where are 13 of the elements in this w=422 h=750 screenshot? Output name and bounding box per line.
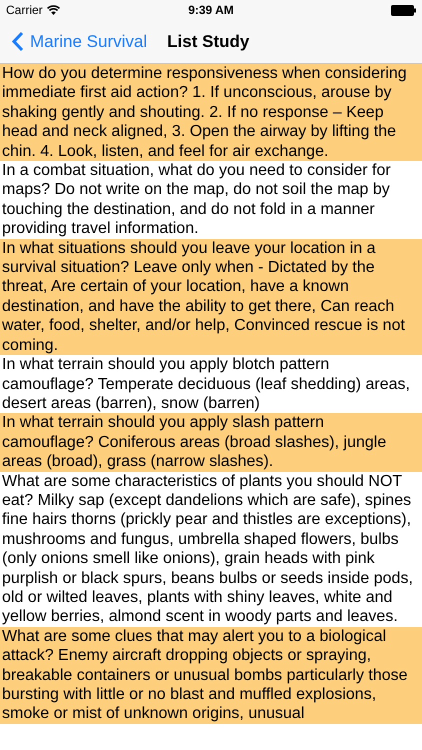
study-item: What are some characteristics of plants you should NOT eat? Milky sap (except dandelions which are safe), spines fine hairs thorns (prickly pear and thistles are exceptions), mushrooms and fungus, umbrella shaped flowers, bulbs (only onions smell like onions), grain heads with pink purplish or black spurs, beans bulbs or seeds inside pods, old or wilted leaves, plants with shiny leaves, white and yellow berries, almond scent in woody parts and leaves. xyxy=(0,472,422,627)
study-item: In what situations should you leave your location in a survival situation? Leave only when - Dictated by the threat, Are certain of your location, have a known destination, and have the ability to get there, Can reach water, food, shelter, and/or help, Convinced rescue is not coming. xyxy=(0,238,422,356)
study-item: How do you determine responsiveness when considering immediate first aid action? 1. If unconscious, arouse by shaking gently and shouting. 2. If no response – Keep head and neck aligned, 3. Open the airway by lifting the chin. 4. Look, listen, and feel for air exchange. xyxy=(0,64,422,162)
nav-title: List Study xyxy=(167,30,250,53)
status-time: 9:39 AM xyxy=(188,2,234,19)
battery-icon xyxy=(390,4,416,16)
study-item: In what terrain should you apply blotch pattern camouflage? Temperate deciduous (leaf shedding) areas, desert areas (barren), snow (barren) xyxy=(0,355,422,414)
carrier-label: Carrier xyxy=(6,2,43,19)
chevron-left-icon xyxy=(12,31,24,52)
wifi-icon xyxy=(46,5,60,15)
study-item: In what terrain should you apply slash pattern camouflage? Coniferous areas (broad slashes), jungle areas (broad), grass (narrow slashes). xyxy=(0,413,422,472)
back-button[interactable]: Marine Survival xyxy=(0,28,148,54)
study-item: What are some clues that may alert you to a biological attack? Enemy aircraft dropping objects or spraying, breakable containers or unusual bombs particularly those bursting with little or no blast and muffled explosions, smoke or mist of unknown origins, unusual xyxy=(0,626,422,724)
